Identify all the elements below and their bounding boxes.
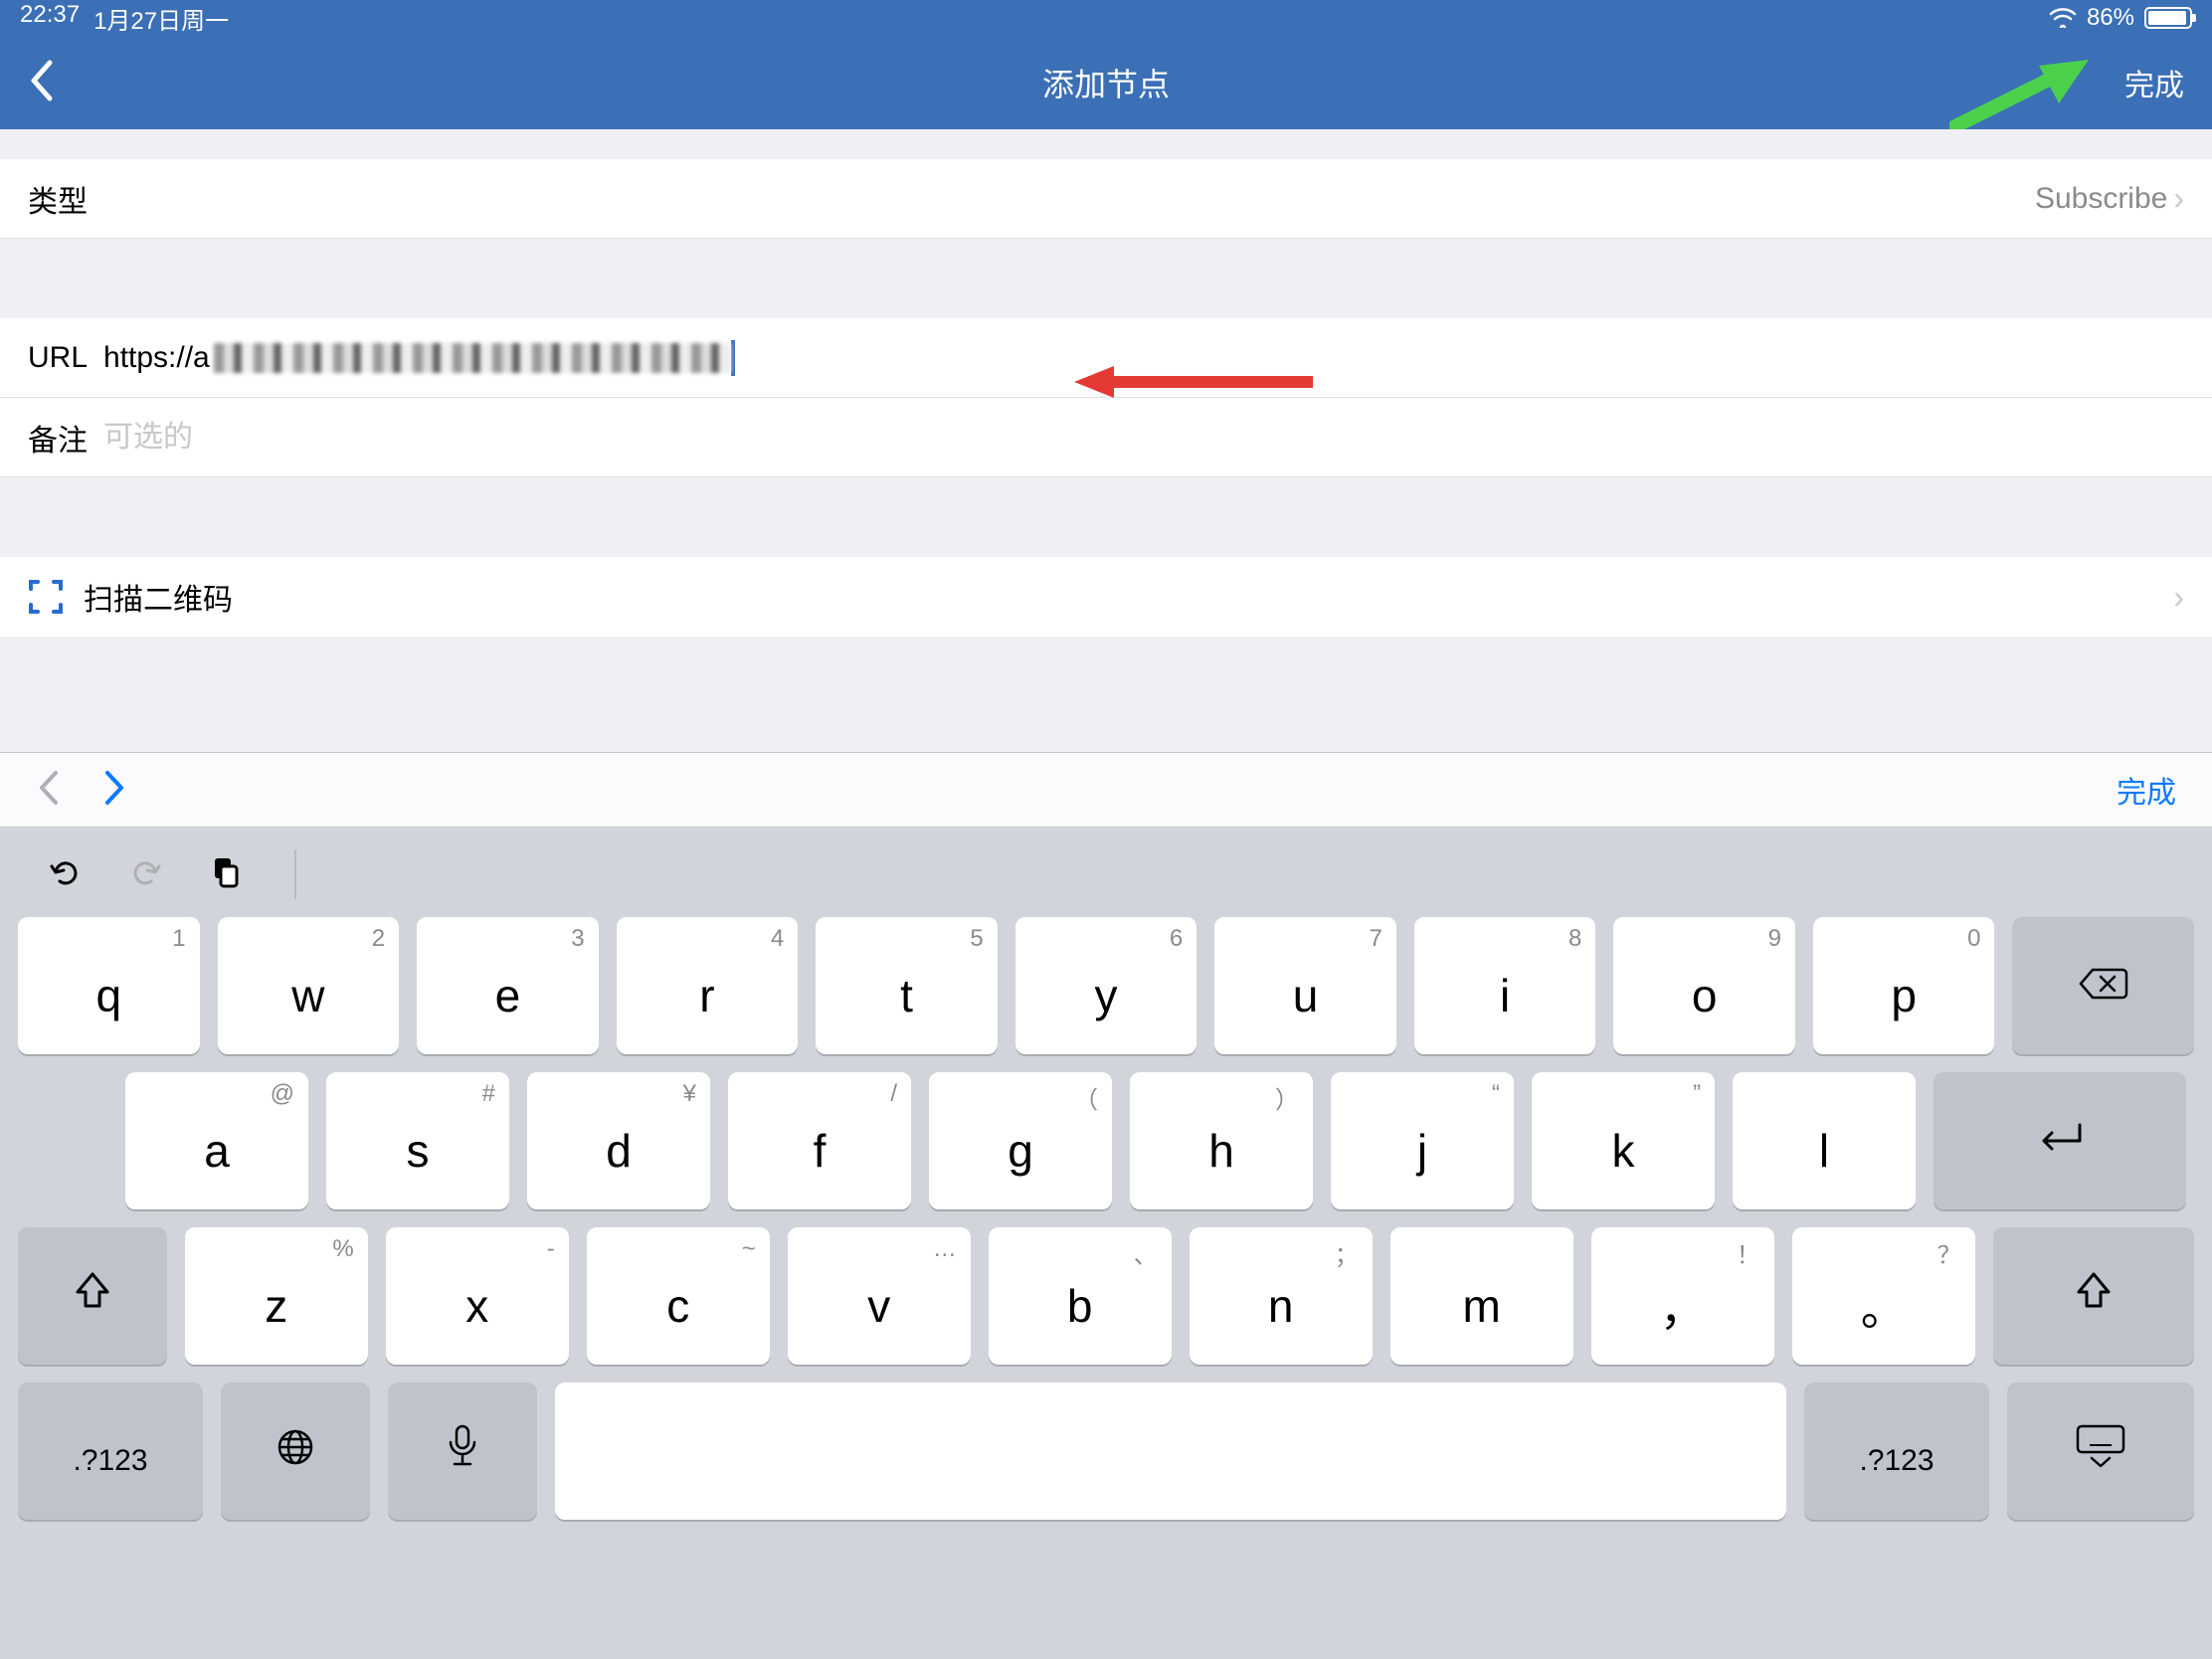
key-a[interactable]: @a — [125, 1072, 308, 1209]
key-p[interactable]: 0p — [1813, 917, 1995, 1054]
chevron-right-icon: › — [2173, 180, 2184, 217]
type-label: 类型 — [28, 177, 88, 221]
clipboard-button[interactable] — [207, 854, 243, 895]
type-value: Subscribe — [2035, 182, 2167, 216]
key-b[interactable]: 、b — [989, 1227, 1172, 1365]
dismiss-keyboard-key[interactable] — [2007, 1382, 2194, 1520]
key-c[interactable]: ~c — [587, 1227, 770, 1365]
keyboard: 1q2w3e4r5t6y7u8i9o0p @a#s¥d/f（g）h“j”kl %… — [0, 828, 2212, 1659]
key-s[interactable]: #s — [326, 1072, 509, 1209]
form-content: 类型 Subscribe › URL https://a 备注 扫描二维码 › — [0, 129, 2212, 637]
status-time: 22:37 — [20, 1, 80, 36]
url-label: URL — [28, 341, 88, 375]
key-，[interactable]: ！， — [1591, 1227, 1774, 1365]
battery-percent: 86% — [2087, 4, 2134, 32]
key-j[interactable]: “j — [1331, 1072, 1514, 1209]
key-q[interactable]: 1q — [18, 917, 200, 1054]
battery-icon — [2144, 7, 2192, 29]
qr-scan-icon — [28, 579, 64, 615]
key-r[interactable]: 4r — [617, 917, 799, 1054]
key-h[interactable]: ）h — [1130, 1072, 1313, 1209]
key-z[interactable]: %z — [185, 1227, 368, 1365]
back-button[interactable] — [28, 59, 58, 107]
keyboard-accessory-bar: 完成 — [0, 752, 2212, 828]
scan-qr-label: 扫描二维码 — [84, 575, 233, 619]
kb-prev-field-button[interactable] — [36, 769, 62, 812]
key-g[interactable]: （g — [929, 1072, 1112, 1209]
key-t[interactable]: 5t — [816, 917, 998, 1054]
nav-bar: 添加节点 完成 — [0, 36, 2212, 129]
key-n[interactable]: ；n — [1190, 1227, 1373, 1365]
done-button[interactable]: 完成 — [2124, 61, 2184, 104]
key-m[interactable]: m — [1390, 1227, 1573, 1365]
text-cursor — [731, 340, 735, 376]
key-。[interactable]: ？。 — [1792, 1227, 1975, 1365]
key-e[interactable]: 3e — [417, 917, 599, 1054]
number-mode-key[interactable]: .?123 — [18, 1382, 203, 1520]
return-key[interactable] — [1934, 1072, 2186, 1209]
status-bar: 22:37 1月27日周一 86% — [0, 0, 2212, 36]
page-title: 添加节点 — [1042, 60, 1170, 105]
status-date: 1月27日周一 — [93, 1, 229, 36]
scan-qr-row[interactable]: 扫描二维码 › — [0, 557, 2212, 637]
key-w[interactable]: 2w — [218, 917, 400, 1054]
key-v[interactable]: …v — [788, 1227, 971, 1365]
url-row[interactable]: URL https://a — [0, 318, 2212, 398]
undo-button[interactable] — [48, 854, 84, 895]
kb-next-field-button[interactable] — [101, 769, 127, 812]
key-f[interactable]: /f — [728, 1072, 911, 1209]
url-redacted — [214, 343, 731, 373]
url-value: https://a — [88, 341, 210, 375]
type-row[interactable]: 类型 Subscribe › — [0, 159, 2212, 239]
kb-accessory-done-button[interactable]: 完成 — [2117, 768, 2176, 812]
key-k[interactable]: ”k — [1532, 1072, 1715, 1209]
key-i[interactable]: 8i — [1414, 917, 1596, 1054]
key-l[interactable]: l — [1733, 1072, 1916, 1209]
shift-key[interactable] — [1993, 1227, 2194, 1365]
shift-key[interactable] — [18, 1227, 167, 1365]
key-d[interactable]: ¥d — [527, 1072, 710, 1209]
backspace-key[interactable] — [2012, 917, 2194, 1054]
space-key[interactable] — [555, 1382, 1786, 1520]
note-input[interactable] — [88, 421, 2184, 455]
redo-button[interactable] — [127, 854, 163, 895]
key-u[interactable]: 7u — [1214, 917, 1396, 1054]
chevron-right-icon: › — [2173, 579, 2184, 616]
keyboard-toolbar — [18, 839, 2194, 909]
key-x[interactable]: -x — [386, 1227, 569, 1365]
globe-key[interactable] — [221, 1382, 370, 1520]
dictation-key[interactable] — [388, 1382, 537, 1520]
key-o[interactable]: 9o — [1613, 917, 1795, 1054]
note-row[interactable]: 备注 — [0, 398, 2212, 477]
wifi-icon — [2049, 8, 2077, 28]
note-label: 备注 — [28, 416, 88, 460]
key-y[interactable]: 6y — [1015, 917, 1198, 1054]
number-mode-key[interactable]: .?123 — [1804, 1382, 1989, 1520]
